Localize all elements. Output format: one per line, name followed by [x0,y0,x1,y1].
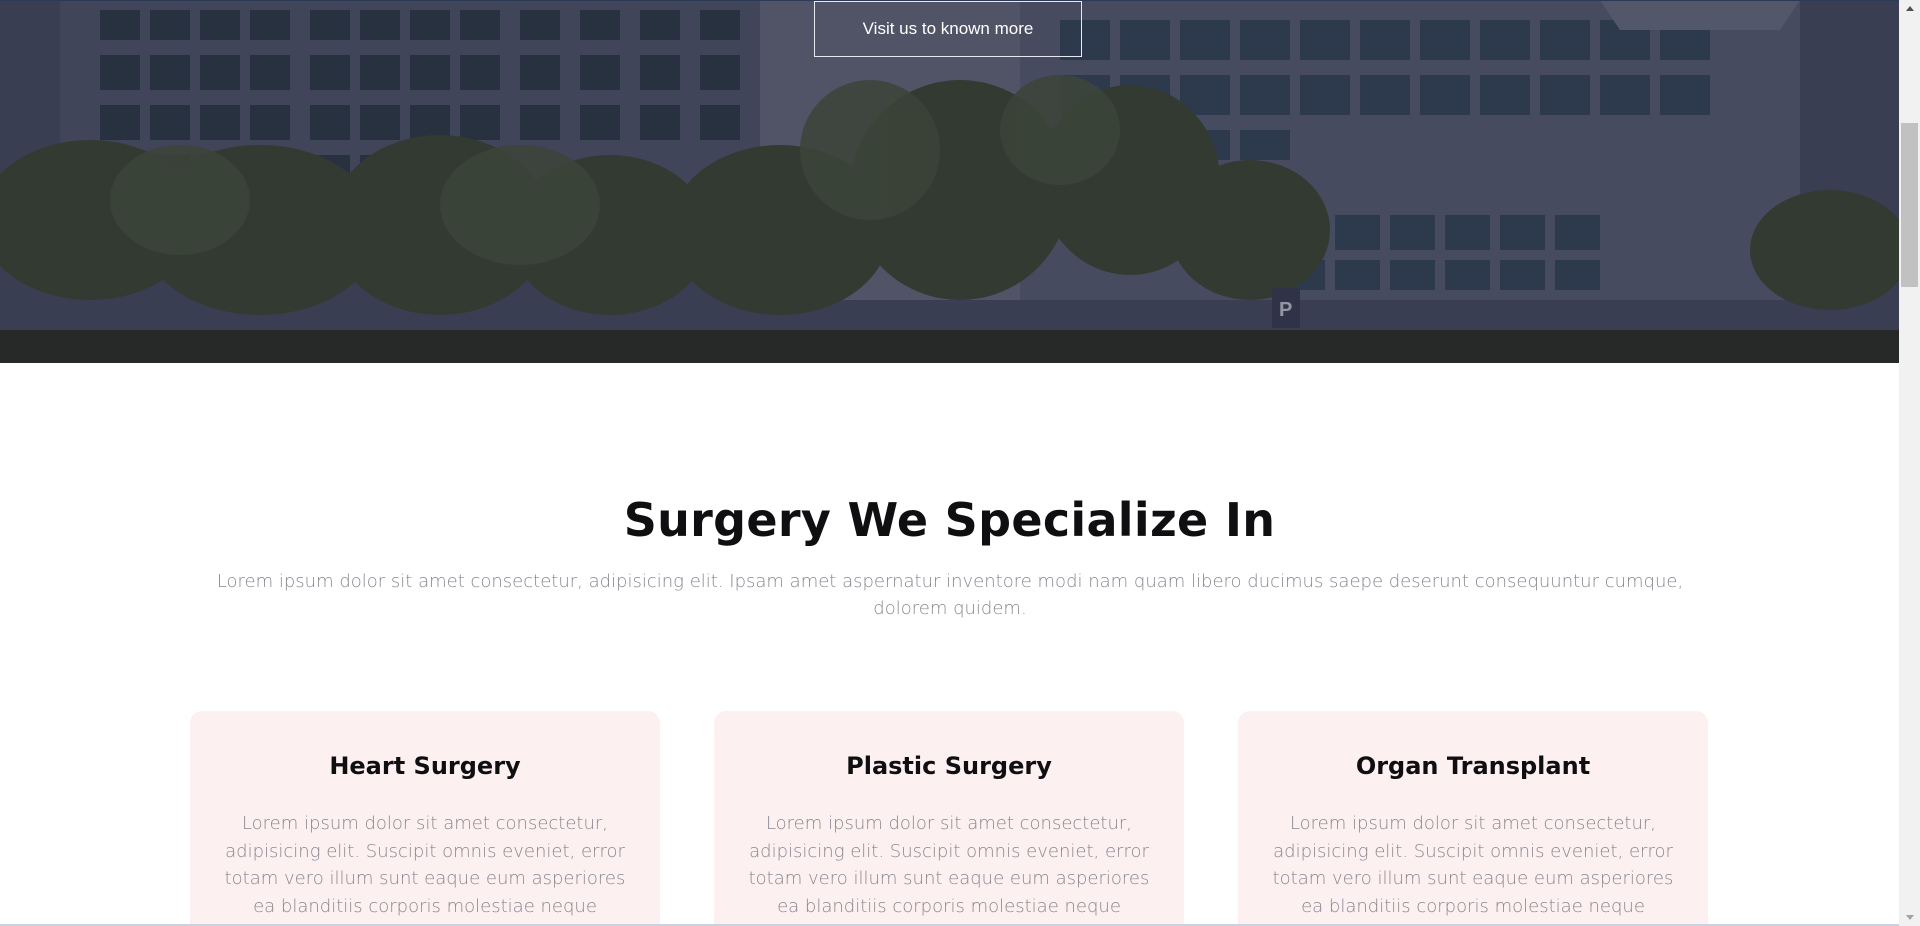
card-text: Lorem ipsum dolor sit amet consectetur, … [1272,813,1674,917]
card-title: Organ Transplant [1355,752,1591,780]
card-text: Lorem ipsum dolor sit amet consectetur, … [224,813,626,917]
specialties-section: Surgery We Specialize In Lorem ipsum dol… [0,363,1899,926]
specialty-card-organ-transplant: Organ Transplant Lorem ipsum dolor sit a… [1238,711,1708,926]
hero-banner: P Visit us to known more [0,0,1899,363]
card-title: Heart Surgery [329,752,521,780]
scroll-down-icon[interactable] [1899,909,1920,926]
specialty-card-plastic-surgery: Plastic Surgery Lorem ipsum dolor sit am… [714,711,1184,926]
top-divider [0,0,1899,1]
scrollbar-thumb[interactable] [1901,123,1918,287]
specialty-card-heart-surgery: Heart Surgery Lorem ipsum dolor sit amet… [190,711,660,926]
card-text: Lorem ipsum dolor sit amet consectetur, … [748,813,1150,917]
visit-us-button[interactable]: Visit us to known more [814,1,1082,57]
page: P Visit us to known more Surgery We Spec… [0,0,1899,926]
vertical-scrollbar[interactable] [1899,0,1920,926]
section-title: Surgery We Specialize In [623,493,1276,547]
scroll-up-icon[interactable] [1899,0,1920,17]
section-description: Lorem ipsum dolor sit amet consectetur, … [216,571,1684,619]
card-title: Plastic Surgery [846,752,1052,780]
